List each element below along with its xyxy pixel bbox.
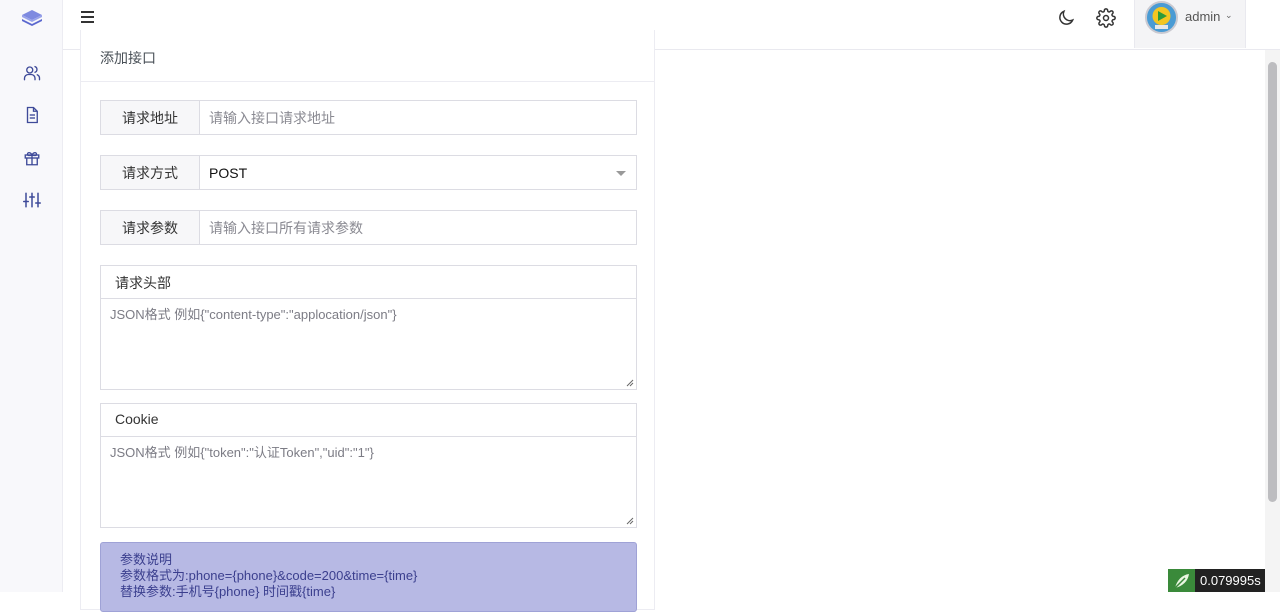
cookie-label: Cookie (101, 404, 636, 437)
headers-textarea[interactable] (101, 299, 636, 389)
params-field-group: 请求参数 (100, 210, 637, 245)
params-input[interactable] (200, 211, 636, 244)
params-label: 请求参数 (101, 211, 200, 244)
help-line-replace: 替换参数:手机号{phone} 时间戳{time} (120, 584, 336, 599)
timing-value: 0.079995s (1200, 573, 1261, 588)
method-label: 请求方式 (101, 156, 200, 189)
username: admin (1185, 9, 1221, 24)
headers-label: 请求头部 (101, 266, 636, 299)
help-line-format: 参数格式为:phone={phone}&code=200&time={time} (120, 568, 418, 583)
users-icon[interactable] (20, 61, 44, 85)
resize-grip-icon[interactable] (626, 379, 634, 387)
logo-icon[interactable] (21, 8, 43, 30)
sidebar (0, 0, 63, 592)
method-select[interactable]: POST (200, 156, 636, 189)
avatar (1145, 1, 1178, 34)
help-title: 参数说明 (120, 552, 173, 567)
add-api-card: 添加接口 请求地址 请求方式 POST 请求参数 请求头部 Cookie 参数说… (80, 30, 655, 612)
resize-grip-icon[interactable] (626, 517, 634, 525)
menu-toggle-icon[interactable] (79, 8, 99, 28)
cookie-textarea[interactable] (101, 437, 636, 527)
page-title: 添加接口 (100, 50, 156, 66)
card-header: 添加接口 (81, 30, 654, 82)
method-value: POST (209, 164, 248, 181)
gift-icon[interactable] (20, 146, 44, 170)
page-scrollbar[interactable] (1265, 50, 1280, 592)
param-help-alert: 参数说明 参数格式为:phone={phone}&code=200&time={… (100, 542, 637, 612)
leaf-icon (1168, 569, 1195, 592)
url-field-group: 请求地址 (100, 100, 637, 135)
method-field-group: 请求方式 POST (100, 155, 637, 190)
headers-field-group: 请求头部 (100, 265, 637, 390)
url-label: 请求地址 (101, 101, 200, 134)
dropdown-arrow-icon (616, 171, 626, 176)
sliders-icon[interactable] (20, 188, 44, 212)
dark-mode-icon[interactable] (1056, 8, 1078, 30)
url-input[interactable] (200, 101, 636, 134)
chevron-down-icon: ⌄ (1225, 10, 1233, 20)
cookie-field-group: Cookie (100, 403, 637, 528)
timing-badge: 0.079995s (1168, 569, 1265, 592)
scrollbar-thumb[interactable] (1268, 62, 1277, 502)
settings-gear-icon[interactable] (1096, 8, 1118, 30)
document-icon[interactable] (20, 103, 44, 127)
user-menu[interactable]: admin ⌄ (1134, 0, 1246, 48)
